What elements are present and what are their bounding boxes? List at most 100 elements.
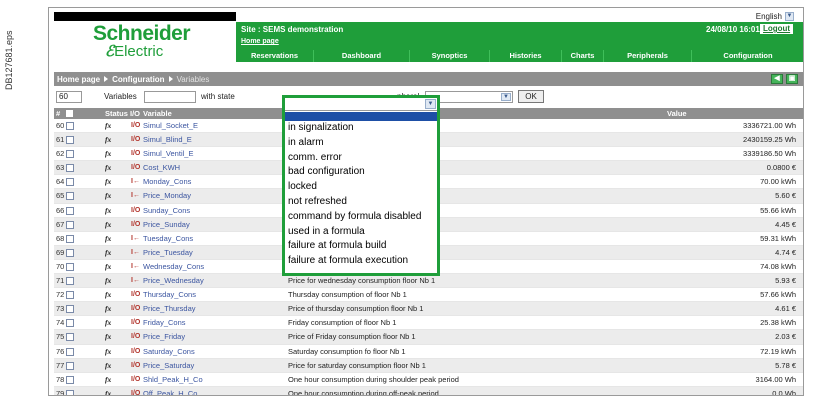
row-checkbox[interactable] (66, 361, 74, 370)
language-selector[interactable]: English ▼ (732, 11, 794, 22)
variable-description: One hour consumption during shoulder pea… (288, 374, 459, 384)
back-icon[interactable]: ◀ (771, 74, 783, 84)
variable-link[interactable]: Off_Peak_H_Co (143, 387, 197, 395)
table-row[interactable]: 73 fx I/O Price_Thursday Price of thursday c… (54, 302, 803, 317)
variable-value: 2.03 € (775, 332, 796, 342)
ok-button[interactable]: OK (518, 90, 544, 103)
table-row[interactable]: 75 fx I/O Price_Friday Price of Friday consu… (54, 330, 803, 345)
variable-link[interactable]: Cost_KWH (143, 161, 180, 175)
logo-line1: Schneider (93, 22, 191, 45)
state-option[interactable]: command by formula disabled (288, 211, 421, 222)
table-row[interactable]: 71 fx I← Price_Wednesday Price for wednesday… (54, 274, 803, 289)
col-value: Value (667, 109, 687, 118)
row-checkbox[interactable] (66, 277, 74, 286)
tab-dashboard[interactable]: Dashboard (314, 50, 410, 62)
chevron-down-icon[interactable]: ▼ (425, 99, 436, 109)
state-select[interactable]: ▼ (285, 98, 437, 111)
row-checkbox[interactable] (66, 319, 74, 328)
variable-link[interactable]: Price_Thursday (143, 302, 196, 316)
table-row[interactable]: 78 fx I/O Shld_Peak_H_Co One hour consumptio… (54, 373, 803, 387)
io-icon: I← (131, 277, 140, 285)
state-option[interactable]: in alarm (288, 137, 324, 148)
chevron-down-icon[interactable]: ▼ (785, 12, 794, 21)
variable-link[interactable]: Price_Tuesday (143, 246, 193, 260)
logout-button[interactable]: Logout (760, 24, 794, 34)
formula-status-icon: fx (105, 219, 112, 229)
variable-link[interactable]: Thursday_Cons (143, 288, 196, 302)
row-checkbox[interactable] (66, 248, 74, 257)
row-number: 73 (56, 304, 65, 314)
electric-e-mark: ℰ (105, 43, 115, 60)
variable-description: Price of Friday consumption floor Nb 1 (288, 332, 416, 342)
state-option[interactable]: in signalization (288, 122, 354, 133)
variable-value: 4.45 € (775, 219, 796, 229)
tab-peripherals[interactable]: Peripherals (604, 50, 692, 62)
tab-reservations[interactable]: Reservations (236, 50, 314, 62)
variable-link[interactable]: Simul_Blind_E (143, 133, 192, 147)
variable-link[interactable]: Price_Sunday (143, 218, 190, 232)
row-checkbox[interactable] (66, 234, 74, 243)
variable-link[interactable]: Price_Monday (143, 189, 191, 203)
tab-configuration[interactable]: Configuration (692, 50, 803, 62)
state-option[interactable]: failure at formula build (288, 240, 386, 251)
refresh-icon[interactable]: ▣ (786, 74, 798, 84)
row-checkbox[interactable] (66, 206, 74, 215)
formula-status-icon: fx (105, 332, 112, 342)
table-row[interactable]: 76 fx I/O Saturday_Cons Saturday consumption… (54, 345, 803, 359)
state-option[interactable]: used in a formula (288, 226, 365, 237)
state-option[interactable]: comm. error (288, 152, 342, 163)
formula-status-icon: fx (105, 374, 112, 384)
variable-link[interactable]: Wednesday_Cons (143, 260, 204, 274)
row-number: 72 (56, 290, 65, 300)
row-checkbox[interactable] (66, 150, 74, 159)
state-dropdown[interactable]: ▼ in signalization in alarm comm. error bad… (282, 95, 440, 276)
home-page-link[interactable]: Home page (241, 38, 279, 45)
variable-link[interactable]: Shld_Peak_H_Co (143, 373, 203, 387)
row-checkbox[interactable] (66, 347, 74, 356)
row-checkbox[interactable] (66, 136, 74, 145)
io-icon: I/O (131, 150, 141, 158)
state-option[interactable]: not refreshed (288, 196, 347, 207)
variable-link[interactable]: Price_Friday (143, 330, 185, 344)
row-checkbox[interactable] (66, 178, 74, 187)
row-checkbox[interactable] (66, 305, 74, 314)
row-checkbox[interactable] (66, 389, 74, 395)
breadcrumb: Home page Configuration Variables ◀ ▣ (54, 72, 803, 86)
state-option[interactable]: failure at formula execution (288, 255, 408, 266)
tab-histories[interactable]: Histories (490, 50, 562, 62)
table-row[interactable]: 79 fx I/O Off_Peak_H_Co One hour consumption… (54, 386, 803, 395)
formula-status-icon: fx (105, 205, 112, 215)
tab-synoptics[interactable]: Synoptics (410, 50, 490, 62)
variable-link[interactable]: Friday_Cons (143, 316, 186, 330)
variables-filter-input[interactable] (144, 91, 196, 103)
table-row[interactable]: 77 fx I/O Price_Saturday Price for saturday … (54, 358, 803, 373)
row-checkbox[interactable] (66, 122, 74, 130)
row-checkbox[interactable] (66, 164, 74, 173)
select-all-checkbox[interactable] (66, 110, 73, 117)
variable-link[interactable]: Monday_Cons (143, 175, 191, 189)
row-checkbox[interactable] (66, 333, 74, 342)
variable-link[interactable]: Tuesday_Cons (143, 232, 193, 246)
io-icon: I← (131, 234, 140, 242)
table-row[interactable]: 74 fx I/O Friday_Cons Friday consumption of … (54, 316, 803, 331)
row-checkbox[interactable] (66, 262, 74, 271)
variable-link[interactable]: Simul_Ventil_E (143, 147, 193, 161)
state-option[interactable]: locked (288, 181, 317, 192)
io-icon: I← (131, 262, 140, 270)
rows-count-input[interactable]: 60 (56, 91, 82, 103)
dropdown-highlight-empty-option[interactable] (285, 112, 437, 121)
variable-link[interactable]: Price_Wednesday (143, 274, 204, 288)
variable-link[interactable]: Price_Saturday (143, 359, 194, 373)
variable-link[interactable]: Saturday_Cons (143, 345, 195, 359)
breadcrumb-configuration[interactable]: Configuration (112, 75, 164, 84)
row-checkbox[interactable] (66, 192, 74, 201)
row-checkbox[interactable] (66, 291, 74, 300)
row-checkbox[interactable] (66, 220, 74, 229)
state-option[interactable]: bad configuration (288, 166, 365, 177)
variable-link[interactable]: Simul_Socket_E (143, 119, 198, 133)
row-checkbox[interactable] (66, 375, 74, 384)
breadcrumb-home[interactable]: Home page (57, 75, 100, 84)
table-row[interactable]: 72 fx I/O Thursday_Cons Thursday consumption… (54, 288, 803, 303)
tab-charts[interactable]: Charts (562, 50, 604, 62)
variable-link[interactable]: Sunday_Cons (143, 204, 190, 218)
